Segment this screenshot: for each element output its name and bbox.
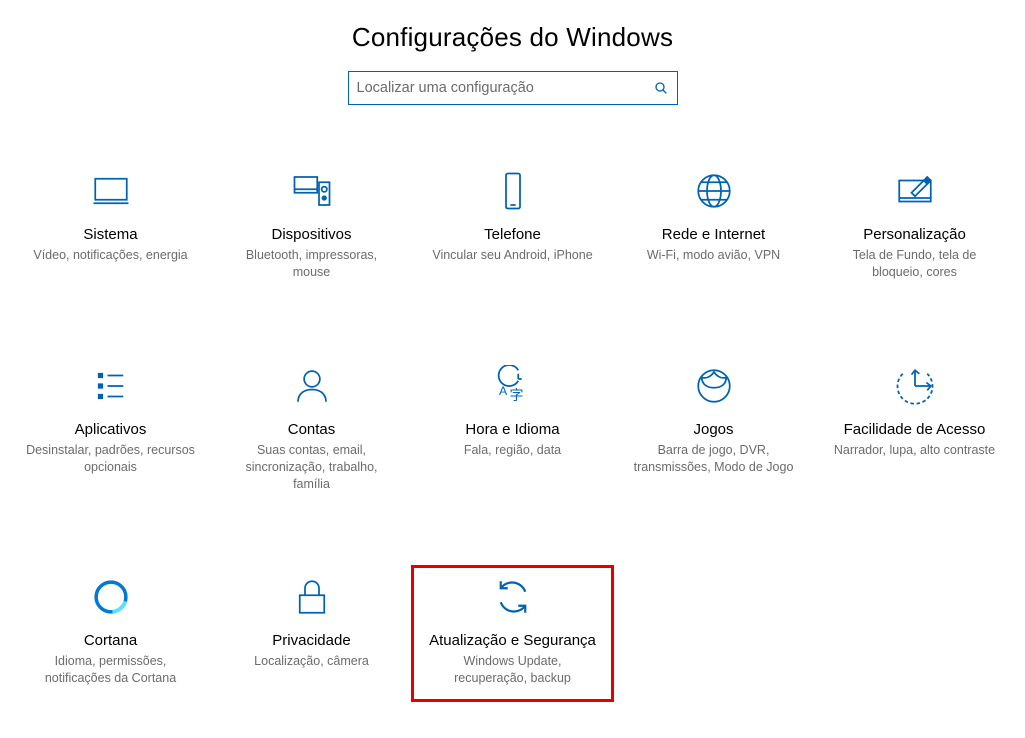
tile-title: Rede e Internet — [662, 226, 765, 243]
system-icon — [90, 170, 132, 212]
tile-desc: Narrador, lupa, alto contraste — [834, 442, 995, 459]
tile-title: Jogos — [693, 421, 733, 438]
tile-desc: Vídeo, notificações, energia — [33, 247, 187, 264]
tile-title: Hora e Idioma — [465, 421, 559, 438]
update-icon — [492, 576, 534, 618]
tile-desc: Localização, câmera — [254, 653, 369, 670]
search-icon — [653, 80, 669, 96]
gaming-icon — [693, 365, 735, 407]
tile-system[interactable]: Sistema Vídeo, notificações, energia — [10, 160, 211, 295]
tile-phone[interactable]: Telefone Vincular seu Android, iPhone — [412, 160, 613, 295]
tile-title: Privacidade — [272, 632, 350, 649]
tile-desc: Tela de Fundo, tela de bloqueio, cores — [830, 247, 1000, 281]
tile-title: Facilidade de Acesso — [844, 421, 986, 438]
tile-ease[interactable]: Facilidade de Acesso Narrador, lupa, alt… — [814, 355, 1015, 507]
ease-icon — [894, 365, 936, 407]
search-box[interactable] — [348, 71, 678, 105]
settings-header: Configurações do Windows — [0, 0, 1025, 71]
svg-text:A: A — [499, 384, 508, 398]
search-container — [0, 71, 1025, 105]
tile-title: Aplicativos — [75, 421, 147, 438]
tile-title: Sistema — [83, 226, 137, 243]
cortana-icon — [90, 576, 132, 618]
network-icon — [693, 170, 735, 212]
tile-desc: Desinstalar, padrões, recursos opcionais — [26, 442, 196, 476]
tile-desc: Windows Update, recuperação, backup — [428, 653, 598, 687]
tile-desc: Wi-Fi, modo avião, VPN — [647, 247, 780, 264]
tile-privacy[interactable]: Privacidade Localização, câmera — [211, 566, 412, 701]
page-title: Configurações do Windows — [0, 22, 1025, 53]
tile-title: Cortana — [84, 632, 137, 649]
tile-accounts[interactable]: Contas Suas contas, email, sincronização… — [211, 355, 412, 507]
tile-title: Telefone — [484, 226, 541, 243]
tile-title: Dispositivos — [271, 226, 351, 243]
tile-desc: Vincular seu Android, iPhone — [432, 247, 592, 264]
tile-title: Atualização e Segurança — [429, 632, 596, 649]
tile-update[interactable]: Atualização e Segurança Windows Update, … — [412, 566, 613, 701]
tile-title: Contas — [288, 421, 336, 438]
devices-icon — [291, 170, 333, 212]
tile-cortana[interactable]: Cortana Idioma, permissões, notificações… — [10, 566, 211, 701]
tile-desc: Barra de jogo, DVR, transmissões, Modo d… — [629, 442, 799, 476]
settings-grid: Sistema Vídeo, notificações, energia Dis… — [0, 160, 1025, 701]
svg-text:字: 字 — [509, 387, 523, 403]
phone-icon — [492, 170, 534, 212]
tile-desc: Fala, região, data — [464, 442, 561, 459]
privacy-icon — [291, 576, 333, 618]
timelang-icon: A 字 — [492, 365, 534, 407]
tile-timelang[interactable]: A 字 Hora e Idioma Fala, região, data — [412, 355, 613, 507]
tile-network[interactable]: Rede e Internet Wi-Fi, modo avião, VPN — [613, 160, 814, 295]
apps-icon — [90, 365, 132, 407]
tile-apps[interactable]: Aplicativos Desinstalar, padrões, recurs… — [10, 355, 211, 507]
tile-desc: Suas contas, email, sincronização, traba… — [227, 442, 397, 493]
tile-personalization[interactable]: Personalização Tela de Fundo, tela de bl… — [814, 160, 1015, 295]
search-input[interactable] — [357, 80, 653, 96]
tile-title: Personalização — [863, 226, 966, 243]
tile-devices[interactable]: Dispositivos Bluetooth, impressoras, mou… — [211, 160, 412, 295]
personalization-icon — [894, 170, 936, 212]
accounts-icon — [291, 365, 333, 407]
tile-desc: Bluetooth, impressoras, mouse — [227, 247, 397, 281]
tile-desc: Idioma, permissões, notificações da Cort… — [26, 653, 196, 687]
tile-gaming[interactable]: Jogos Barra de jogo, DVR, transmissões, … — [613, 355, 814, 507]
